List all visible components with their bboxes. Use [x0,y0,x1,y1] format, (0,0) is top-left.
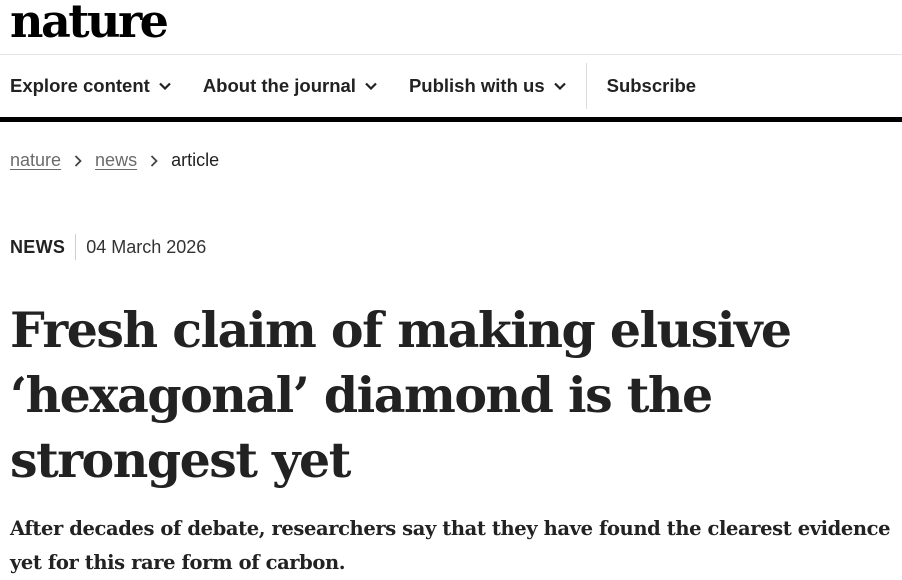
nav-explore-content[interactable]: Explore content [10,75,171,97]
chevron-down-icon [159,73,171,95]
breadcrumb-news[interactable]: news [95,150,137,171]
article-standfirst: After decades of debate, researchers say… [10,517,891,574]
masthead: nature [0,0,902,55]
nature-logo[interactable]: nature [10,0,169,48]
main-nav: Explore content About the journal Publis… [0,55,902,122]
nav-about-the-journal-label: About the journal [202,75,356,96]
breadcrumb: nature news article [10,150,219,171]
nav-publish-with-us-label: Publish with us [408,75,545,96]
nav-about-the-journal[interactable]: About the journal [203,75,377,97]
chevron-right-icon [74,154,82,167]
publication-date: 04 March 2026 [86,236,207,257]
subscribe-link[interactable]: Subscribe [607,75,696,97]
nav-explore-content-label: Explore content [10,75,150,96]
nav-divider [585,63,587,109]
chevron-down-icon [553,73,566,95]
nav-publish-with-us[interactable]: Publish with us [409,75,566,97]
article-type: NEWS [10,236,66,257]
breadcrumb-current: article [171,150,220,170]
article-meta: NEWS 04 March 2026 [10,234,206,260]
breadcrumb-nature[interactable]: nature [10,150,61,171]
site-header: nature Explore content About the journal… [0,0,902,122]
chevron-down-icon [365,73,377,95]
chevron-right-icon [150,154,158,167]
article-headline: Fresh claim of making elusive ‘hexagonal… [10,301,792,489]
meta-divider [75,234,77,260]
